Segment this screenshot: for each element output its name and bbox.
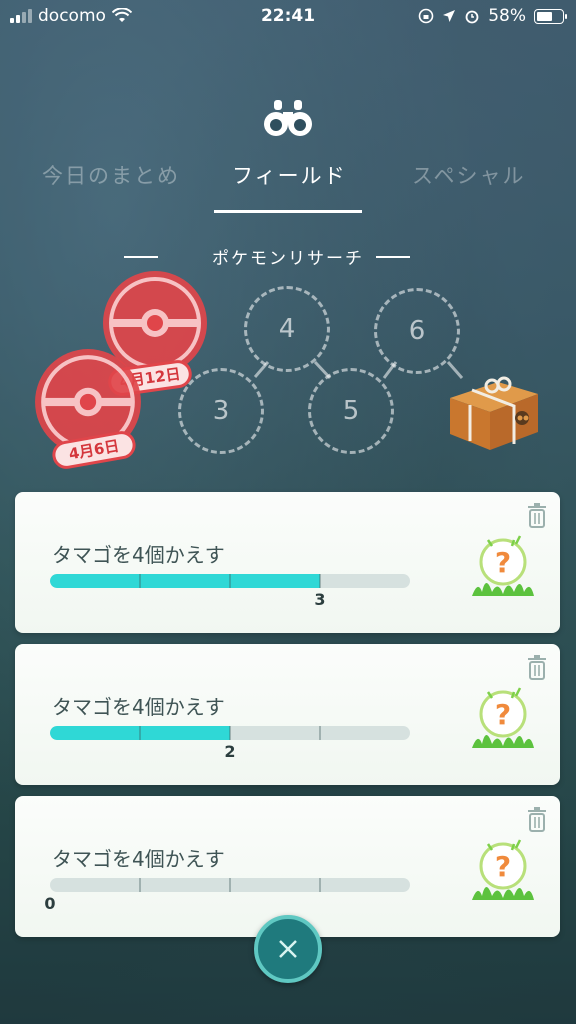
close-button[interactable] bbox=[254, 915, 322, 983]
trash-icon[interactable] bbox=[526, 654, 548, 680]
progress-tick bbox=[319, 726, 321, 740]
task-title: タマゴを4個かえす bbox=[52, 543, 225, 567]
alarm-icon bbox=[465, 10, 479, 24]
task-progress-count: 0 bbox=[44, 894, 56, 913]
battery-icon bbox=[534, 8, 567, 24]
question-mark-reward-icon: ? bbox=[472, 535, 534, 596]
tab-bar: 今日のまとめ フィールド スペシャル bbox=[0, 160, 576, 200]
svg-text:?: ? bbox=[495, 546, 511, 579]
binoculars-icon bbox=[264, 100, 312, 136]
research-slot-4: 4 bbox=[244, 286, 330, 372]
task-progress-bar bbox=[50, 726, 410, 740]
research-slot-6: 6 bbox=[374, 288, 460, 374]
question-mark-reward-icon: ? bbox=[472, 839, 534, 900]
research-task-card[interactable]: タマゴを4個かえす 2 ? bbox=[15, 644, 560, 785]
tab-field[interactable]: フィールド bbox=[232, 160, 347, 190]
progress-tick bbox=[139, 878, 141, 892]
active-tab-indicator bbox=[214, 210, 362, 213]
research-title: ポケモンリサーチ bbox=[212, 249, 364, 269]
close-icon bbox=[279, 940, 297, 958]
progress-tick bbox=[139, 574, 141, 588]
progress-tick bbox=[229, 574, 231, 588]
task-progress-bar bbox=[50, 878, 410, 892]
progress-tick bbox=[229, 878, 231, 892]
task-progress-fill bbox=[50, 574, 320, 588]
task-progress-count: 3 bbox=[314, 590, 326, 609]
lock-rotation-icon bbox=[418, 8, 434, 24]
progress-tick bbox=[229, 726, 231, 740]
progress-tick bbox=[139, 726, 141, 740]
reward-box-icon[interactable] bbox=[442, 372, 542, 452]
status-right: 58% bbox=[418, 6, 567, 26]
task-progress-count: 2 bbox=[224, 742, 236, 761]
title-divider-right bbox=[376, 256, 410, 258]
task-progress-bar bbox=[50, 574, 410, 588]
tab-daily-summary[interactable]: 今日のまとめ bbox=[42, 160, 180, 190]
research-task-card[interactable]: タマゴを4個かえす 3 ? bbox=[15, 492, 560, 633]
question-mark-reward-icon: ? bbox=[472, 687, 534, 748]
progress-tick bbox=[319, 878, 321, 892]
task-title: タマゴを4個かえす bbox=[52, 695, 225, 719]
trash-icon[interactable] bbox=[526, 806, 548, 832]
svg-text:?: ? bbox=[495, 850, 511, 883]
location-icon bbox=[443, 10, 456, 22]
status-bar: docomo 22:41 58% bbox=[0, 0, 576, 34]
research-stamp-day2: 4月6日 bbox=[32, 346, 144, 472]
trash-icon[interactable] bbox=[526, 502, 548, 528]
progress-tick bbox=[319, 574, 321, 588]
task-title: タマゴを4個かえす bbox=[52, 847, 225, 871]
research-slot-5: 5 bbox=[308, 368, 394, 454]
battery-percent: 58% bbox=[488, 6, 526, 26]
tab-special[interactable]: スペシャル bbox=[412, 160, 526, 190]
svg-text:?: ? bbox=[495, 698, 511, 731]
